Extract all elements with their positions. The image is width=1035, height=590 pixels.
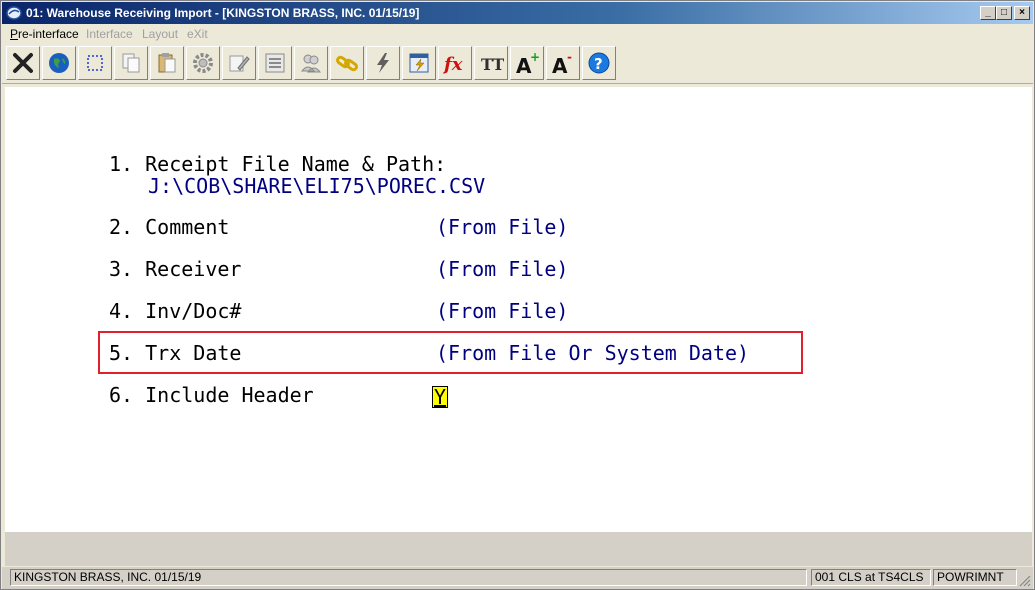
increase-font-icon: A+ <box>516 50 540 76</box>
field-4-value[interactable]: (From File) <box>436 299 568 323</box>
help-button[interactable]: ? <box>582 46 616 80</box>
menu-pre-interface[interactable]: Pre-interface <box>10 27 79 41</box>
status-session: 001 CLS at TS4CLS <box>811 569 931 586</box>
select-button[interactable] <box>78 46 112 80</box>
field-1-label: 1. Receipt File Name & Path: <box>109 152 447 176</box>
close-button[interactable]: × <box>1014 6 1030 20</box>
menu-layout[interactable]: Layout <box>142 27 178 41</box>
menu-exit[interactable]: eXit <box>187 27 208 41</box>
status-program: POWRIMNT <box>933 569 1017 586</box>
application-window: 01: Warehouse Receiving Import - [KINGST… <box>0 0 1035 590</box>
svg-text:A: A <box>552 54 568 76</box>
users-icon <box>300 54 322 73</box>
field-2-value[interactable]: (From File) <box>436 215 568 239</box>
status-company: KINGSTON BRASS, INC. 01/15/19 <box>10 569 807 586</box>
maximize-button[interactable]: □ <box>996 6 1012 20</box>
settings-button[interactable] <box>186 46 220 80</box>
field-4-label: 4. Inv/Doc# <box>109 299 242 323</box>
select-icon <box>87 55 103 71</box>
exit-button[interactable] <box>6 46 40 80</box>
help-icon: ? <box>588 52 610 74</box>
include-header-input[interactable]: Y <box>432 385 449 409</box>
globe-button[interactable] <box>42 46 76 80</box>
field-5-value[interactable]: (From File Or System Date) <box>436 341 749 365</box>
decrease-font-button[interactable]: A- <box>546 46 580 80</box>
link-icon <box>336 55 358 72</box>
lower-band <box>5 532 1032 566</box>
lightning-icon <box>377 53 389 73</box>
field-3-label: 3. Receiver <box>109 257 242 281</box>
edit-icon <box>229 55 250 72</box>
svg-text:+: + <box>530 50 540 64</box>
function-icon: fx <box>442 54 463 75</box>
calculator-button[interactable] <box>402 46 436 80</box>
lightning-button[interactable] <box>366 46 400 80</box>
include-header-value[interactable]: Y <box>432 386 449 408</box>
form-area: 1. Receipt File Name & Path: J:\COB\SHAR… <box>5 87 1032 532</box>
list-icon <box>265 53 285 73</box>
field-5-label: 5. Trx Date <box>109 341 242 365</box>
copy-icon <box>122 53 140 73</box>
field-1-value[interactable]: J:\COB\SHARE\ELI75\POREC.CSV <box>148 174 485 198</box>
toolbar: fx TT A + A- ? <box>2 44 1033 84</box>
font-icon: TT <box>481 55 504 74</box>
list-button[interactable] <box>258 46 292 80</box>
paste-button[interactable] <box>150 46 184 80</box>
paste-icon <box>158 53 176 73</box>
status-bar: KINGSTON BRASS, INC. 01/15/19 001 CLS at… <box>2 567 1033 589</box>
settings-icon <box>193 53 213 73</box>
field-6-label: 6. Include Header <box>109 383 314 407</box>
calculator-icon <box>409 53 429 73</box>
minimize-button[interactable]: _ <box>980 6 996 20</box>
link-button[interactable] <box>330 46 364 80</box>
window-title: 01: Warehouse Receiving Import - [KINGST… <box>26 6 420 20</box>
app-icon <box>6 6 22 20</box>
svg-text:?: ? <box>594 55 603 73</box>
decrease-font-icon: A- <box>552 50 572 76</box>
menu-interface[interactable]: Interface <box>86 27 133 41</box>
globe-icon <box>49 53 69 73</box>
field-3-value[interactable]: (From File) <box>436 257 568 281</box>
function-button[interactable]: fx <box>438 46 472 80</box>
edit-button[interactable] <box>222 46 256 80</box>
menu-bar: Pre-interface Interface Layout eXit <box>2 25 1033 43</box>
svg-text:-: - <box>567 50 572 64</box>
svg-text:TT: TT <box>481 55 504 74</box>
users-button[interactable] <box>294 46 328 80</box>
exit-icon <box>13 53 33 73</box>
increase-font-button[interactable]: A + <box>510 46 544 80</box>
field-2-label: 2. Comment <box>109 215 230 239</box>
svg-text:fx: fx <box>442 54 463 75</box>
copy-button[interactable] <box>114 46 148 80</box>
font-button[interactable]: TT <box>474 46 508 80</box>
title-bar: 01: Warehouse Receiving Import - [KINGST… <box>2 2 1033 24</box>
resize-grip-icon[interactable] <box>1019 575 1031 587</box>
